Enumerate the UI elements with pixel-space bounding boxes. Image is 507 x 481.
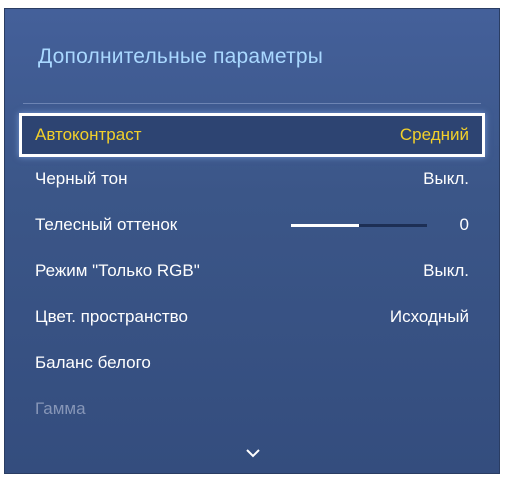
title-divider bbox=[23, 103, 481, 104]
menu-item-rgb-only-mode[interactable]: Режим "Только RGB" Выкл. bbox=[19, 249, 485, 293]
menu-item-label: Телесный оттенок bbox=[35, 215, 178, 234]
menu-item-label: Черный тон bbox=[35, 169, 128, 188]
menu-item-label: Баланс белого bbox=[35, 353, 151, 372]
chevron-down-icon[interactable] bbox=[246, 448, 260, 458]
menu-item-label: Гамма bbox=[35, 399, 86, 418]
panel-title: Дополнительные параметры bbox=[38, 45, 324, 68]
menu-item-value: Выкл. bbox=[423, 261, 469, 280]
menu-item-gamma: Гамма bbox=[19, 387, 485, 431]
menu-item-color-space[interactable]: Цвет. пространство Исходный bbox=[19, 295, 485, 339]
advanced-settings-panel: Дополнительные параметры Автоконтраст Ср… bbox=[4, 8, 500, 474]
menu-item-flesh-tone[interactable]: Телесный оттенок 0 bbox=[19, 203, 485, 247]
flesh-tone-slider[interactable] bbox=[291, 224, 427, 227]
menu-item-white-balance[interactable]: Баланс белого bbox=[19, 341, 485, 385]
menu-item-value: 0 bbox=[459, 215, 469, 234]
menu-item-label: Цвет. пространство bbox=[35, 307, 188, 326]
menu-item-value: Средний bbox=[399, 125, 469, 144]
menu-item-label: Автоконтраст bbox=[35, 125, 142, 144]
menu-item-value: Выкл. bbox=[423, 169, 469, 188]
menu-item-black-tone[interactable]: Черный тон Выкл. bbox=[19, 157, 485, 201]
slider-fill bbox=[291, 224, 359, 227]
menu-item-auto-contrast[interactable]: Автоконтраст Средний bbox=[19, 113, 485, 157]
menu-item-label: Режим "Только RGB" bbox=[35, 261, 200, 280]
menu-item-value: Исходный bbox=[389, 307, 469, 326]
